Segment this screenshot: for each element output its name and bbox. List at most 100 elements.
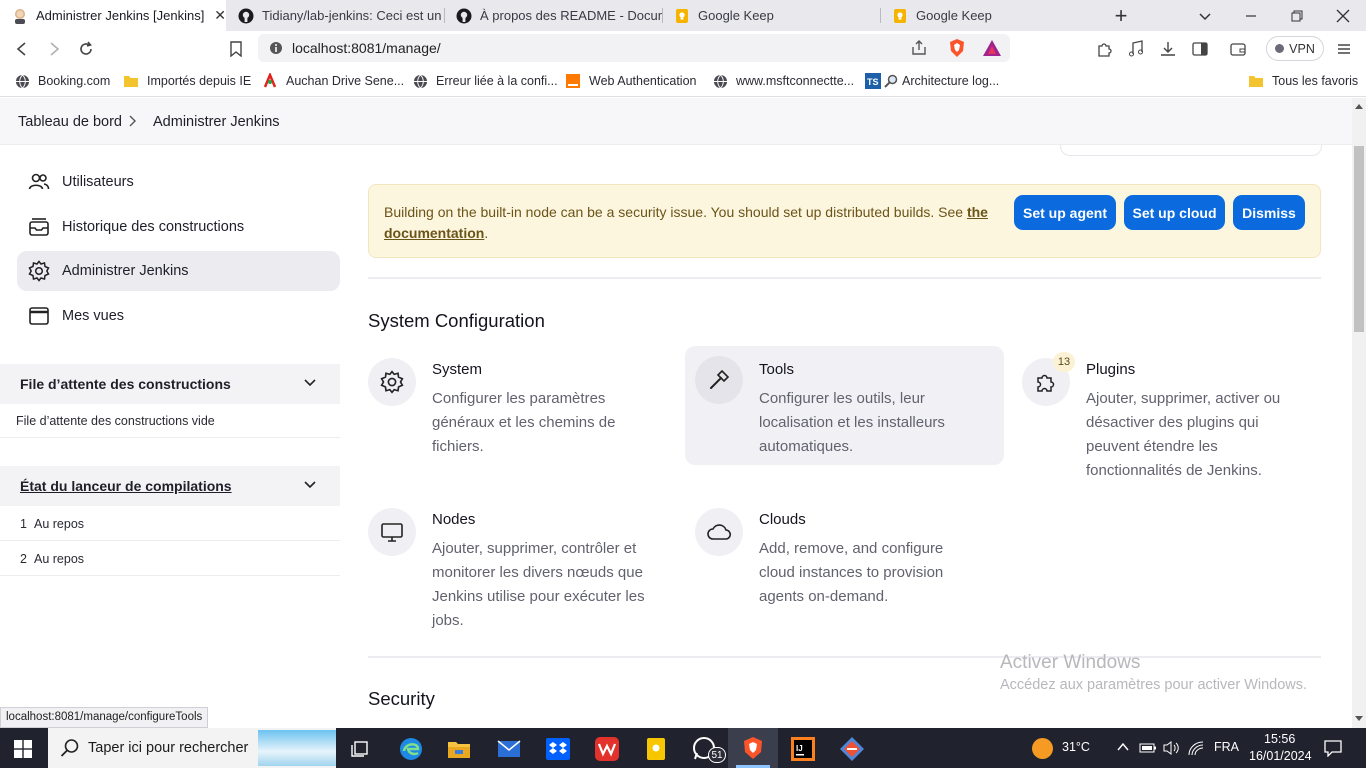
battery-icon[interactable]	[1139, 741, 1157, 755]
bookmark-booking[interactable]: Booking.com	[14, 72, 110, 90]
new-tab-icon[interactable]: +	[1098, 0, 1144, 31]
edge-icon[interactable]	[396, 734, 426, 764]
card-description: Configurer les paramètres généraux et le…	[432, 390, 616, 455]
bookmark-label: Auchan Drive Sene...	[286, 74, 405, 88]
forward-icon[interactable]	[42, 37, 66, 61]
tab-github-readme[interactable]: À propos des README - Documen	[444, 0, 662, 31]
whatsapp-badge: 51	[708, 747, 726, 763]
close-window-icon[interactable]	[1320, 0, 1366, 31]
chevron-down-icon[interactable]	[303, 478, 317, 492]
executors-header[interactable]: État du lanceur de compilations	[0, 466, 340, 506]
minimize-icon[interactable]	[1228, 0, 1274, 31]
brave-taskbar-button[interactable]	[728, 728, 778, 768]
set-up-agent-button[interactable]: Set up agent	[1014, 195, 1116, 230]
reload-icon[interactable]	[74, 37, 98, 61]
card-title: Nodes	[432, 511, 476, 528]
scroll-up-icon[interactable]	[1355, 103, 1363, 109]
sidebar-item-label: Mes vues	[62, 308, 125, 324]
card-tools[interactable]: Tools Configurer les outils, leur locali…	[685, 346, 1004, 465]
dropbox-icon[interactable]	[543, 734, 573, 764]
brave-shields-icon[interactable]	[948, 38, 966, 58]
close-tab-icon[interactable]: ✕	[214, 7, 226, 24]
breadcrumb-dashboard[interactable]: Tableau de bord	[18, 114, 122, 130]
chevron-down-icon[interactable]	[303, 376, 317, 390]
card-nodes[interactable]: Nodes Ajouter, supprimer, contrôler et m…	[368, 498, 687, 633]
address-bar[interactable]: localhost:8081/manage/	[258, 34, 1010, 62]
scrollbar-thumb[interactable]	[1354, 146, 1364, 332]
share-icon[interactable]	[910, 39, 928, 57]
downloads-icon[interactable]	[1158, 39, 1178, 59]
google-keep-icon	[892, 8, 908, 24]
breadcrumb-manage-jenkins[interactable]: Administrer Jenkins	[153, 114, 280, 130]
tab-administrer-jenkins[interactable]: Administrer Jenkins [Jenkins] ✕	[0, 0, 226, 31]
sidebar-item-build-history[interactable]: Historique des constructions	[17, 207, 340, 247]
bookmark-erreur[interactable]: Erreur liée à la confi...	[412, 72, 558, 90]
weather-sun-icon[interactable]	[1032, 738, 1053, 759]
tab-search-chevron-icon[interactable]	[1182, 0, 1228, 31]
bookmark-auchan[interactable]: Auchan Drive Sene...	[262, 72, 404, 90]
file-explorer-icon[interactable]	[444, 734, 474, 764]
card-system[interactable]: System Configurer les paramètres générau…	[368, 348, 687, 468]
executor-status: Au repos	[34, 517, 85, 531]
status-bar-url: localhost:8081/manage/configureTools	[0, 707, 209, 728]
back-icon[interactable]	[10, 37, 34, 61]
executor-row: 1 Au repos	[0, 506, 340, 541]
sidebar-item-label: Administrer Jenkins	[62, 263, 189, 279]
sticky-notes-icon[interactable]	[641, 734, 671, 764]
bookmark-msftconnect[interactable]: www.msftconnectte...	[712, 72, 854, 90]
dismiss-button[interactable]: Dismiss	[1233, 195, 1305, 230]
bookmark-label: Web Authentication	[589, 74, 697, 88]
bookmark-icon[interactable]	[224, 37, 248, 61]
bookmark-label: Erreur liée à la confi...	[436, 74, 558, 88]
build-queue-header[interactable]: File d’attente des constructions	[0, 364, 340, 404]
intellij-icon[interactable]: IJ	[788, 734, 818, 764]
sidebar-toggle-icon[interactable]	[1190, 39, 1210, 59]
wallet-icon[interactable]	[1228, 39, 1248, 59]
sidebar-item-manage-jenkins[interactable]: Administrer Jenkins	[17, 251, 340, 291]
extensions-icon[interactable]	[1094, 39, 1114, 59]
tab-github-lab-jenkins[interactable]: Tidiany/lab-jenkins: Ceci est un pr	[226, 0, 444, 31]
scroll-down-icon[interactable]	[1355, 716, 1363, 722]
menu-icon[interactable]	[1334, 39, 1354, 59]
bookmark-web-authentication[interactable]: Web Authentication	[565, 72, 696, 90]
vpn-button[interactable]: VPN	[1266, 36, 1324, 61]
volume-icon[interactable]	[1162, 740, 1180, 756]
mail-icon[interactable]	[494, 734, 524, 764]
card-description: Ajouter, supprimer, activer ou désactive…	[1086, 390, 1281, 479]
bookmark-label: Booking.com	[38, 74, 111, 88]
chevron-up-icon[interactable]	[1116, 741, 1130, 753]
wifi-icon[interactable]	[1187, 740, 1205, 756]
task-view-icon[interactable]	[346, 734, 376, 764]
brave-rewards-icon[interactable]	[982, 38, 1002, 58]
taskbar-search-input[interactable]: Taper ici pour rechercher	[48, 728, 336, 768]
site-info-icon[interactable]	[268, 40, 284, 56]
tab-google-keep-2[interactable]: Google Keep	[880, 0, 1098, 31]
windows-start-icon[interactable]	[8, 734, 38, 764]
git-gui-icon[interactable]	[837, 734, 867, 764]
sidebar-item-my-views[interactable]: Mes vues	[17, 296, 340, 336]
wps-office-icon[interactable]	[592, 734, 622, 764]
tab-title: Google Keep	[916, 8, 992, 23]
tab-title: Tidiany/lab-jenkins: Ceci est un pr	[262, 8, 444, 23]
executor-status: Au repos	[34, 552, 85, 566]
vpn-label: VPN	[1289, 41, 1315, 56]
card-description: Add, remove, and configure cloud instanc…	[759, 540, 944, 605]
tab-google-keep-1[interactable]: Google Keep	[662, 0, 880, 31]
executors-title[interactable]: État du lanceur de compilations	[20, 478, 232, 494]
media-icon[interactable]	[1126, 39, 1146, 59]
bookmark-imported-ie[interactable]: Importés depuis IE	[123, 72, 251, 90]
card-clouds[interactable]: Clouds Add, remove, and configure cloud …	[695, 498, 1014, 608]
restore-icon[interactable]	[1274, 0, 1320, 31]
notifications-icon[interactable]	[1323, 739, 1343, 757]
sidebar-item-users[interactable]: Utilisateurs	[17, 162, 340, 202]
all-bookmarks[interactable]: Tous les favoris	[1248, 72, 1358, 90]
clock-time[interactable]: 15:56	[1264, 732, 1295, 746]
bookmark-label: Importés depuis IE	[147, 74, 252, 88]
github-icon	[456, 8, 472, 24]
jenkins-page: Administrer Jenkins Tableau de bord Admi…	[0, 98, 1352, 728]
clock-date[interactable]: 16/01/2024	[1249, 749, 1312, 763]
weather-temperature[interactable]: 31°C	[1062, 740, 1090, 754]
bookmark-architecture[interactable]: TS Architecture log...	[865, 72, 999, 90]
set-up-cloud-button[interactable]: Set up cloud	[1124, 195, 1225, 230]
input-language[interactable]: FRA	[1214, 740, 1239, 754]
